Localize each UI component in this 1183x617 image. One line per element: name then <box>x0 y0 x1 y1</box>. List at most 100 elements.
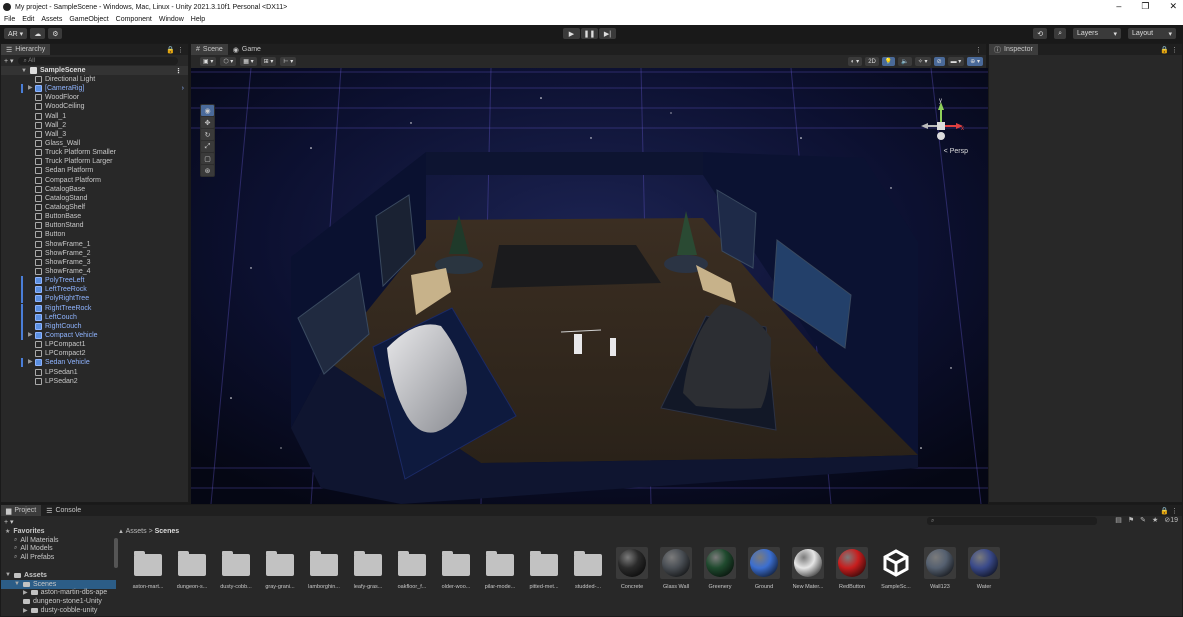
transform-tool-button[interactable]: ⊛ <box>201 165 214 176</box>
asset-item[interactable]: leafy-gras... <box>346 547 390 597</box>
perspective-label[interactable]: < Persp <box>944 148 968 155</box>
asset-item[interactable]: pilar-mode... <box>478 547 522 597</box>
close-icon[interactable]: ✕ <box>1169 1 1177 12</box>
project-tree-item[interactable]: ▶ aston-martin-dbs-ape <box>1 589 116 598</box>
asset-item[interactable]: SampleSc... <box>874 547 918 597</box>
asset-item[interactable]: pitted-met... <box>522 547 566 597</box>
menu-assets[interactable]: Assets <box>41 16 62 23</box>
hidden-objects-toggle[interactable]: ⊘ <box>933 57 945 66</box>
hierarchy-item[interactable]: LPSedan2 <box>1 377 188 386</box>
hierarchy-item[interactable]: Wall_1 <box>1 112 188 121</box>
view-tool-button[interactable]: ◉ <box>201 105 214 116</box>
hierarchy-item[interactable]: Wall_3 <box>1 130 188 139</box>
account-button[interactable]: AR ▾ <box>4 28 28 39</box>
hierarchy-item[interactable]: ShowFrame_4 <box>1 267 188 276</box>
asset-item[interactable]: gray-grani... <box>258 547 302 597</box>
hierarchy-item[interactable]: RightTreeRock <box>1 303 188 313</box>
project-tree-item[interactable]: ⌕ All Models <box>1 545 116 554</box>
breadcrumb-assets[interactable]: Assets <box>126 528 147 535</box>
rect-tool-button[interactable]: ▢ <box>201 153 214 164</box>
tag-icon[interactable]: ✎ <box>1140 516 1146 524</box>
collab-button[interactable]: ⚙ <box>48 28 63 39</box>
minimize-icon[interactable]: – <box>1116 1 1121 12</box>
tab-hierarchy[interactable]: ☰ Hierarchy <box>1 44 51 55</box>
project-tree-item[interactable]: ⌕ All Prefabs <box>1 553 116 562</box>
menu-edit[interactable]: Edit <box>22 16 34 23</box>
shading-mode-dropdown[interactable]: ▣ ▾ <box>200 57 217 66</box>
hierarchy-item[interactable]: LPCompact2 <box>1 349 188 358</box>
render-mode-dropdown[interactable]: ⬡ ▾ <box>220 57 237 66</box>
chevron-right-icon[interactable]: ▶ <box>28 84 33 93</box>
filter-type-icon[interactable]: ▤ <box>1115 516 1122 524</box>
create-asset-button[interactable]: + ▾ <box>4 518 14 526</box>
panel-menu-icon[interactable]: 🔒 ⋮ <box>1160 507 1182 515</box>
hierarchy-item[interactable]: ShowFrame_1 <box>1 240 188 249</box>
camera-dropdown[interactable]: ▬ ▾ <box>947 57 965 66</box>
hierarchy-item[interactable]: Truck Platform Larger <box>1 157 188 166</box>
hierarchy-item[interactable]: LeftCouch <box>1 312 188 322</box>
panel-menu-icon[interactable]: 🔒 ⋮ <box>1160 46 1182 54</box>
menu-help[interactable]: Help <box>191 16 205 23</box>
asset-item[interactable]: dusty-cobb... <box>214 547 258 597</box>
asset-item[interactable]: New Mater... <box>786 547 830 597</box>
project-tree-item[interactable]: dungeon-stone1-Unity <box>1 597 116 606</box>
chevron-right-icon[interactable]: ▶ <box>28 331 33 340</box>
scene-root-row[interactable]: ▼ SampleScene ⋮ <box>1 66 188 75</box>
hierarchy-item[interactable]: ▶ [CameraRig] › <box>1 84 188 94</box>
asset-item[interactable]: oakfloor_f... <box>390 547 434 597</box>
hierarchy-item[interactable]: Button <box>1 230 188 239</box>
project-tree-item[interactable]: ▶ dusty-cobble-unity <box>1 606 116 615</box>
open-prefab-icon[interactable]: › <box>182 84 188 93</box>
project-tree-item[interactable]: ▼ Scenes <box>1 579 116 589</box>
play-button[interactable]: ▶ <box>563 28 580 39</box>
move-tool-button[interactable]: ✥ <box>201 117 214 128</box>
hierarchy-item[interactable]: Glass_Wall <box>1 139 188 148</box>
hierarchy-item[interactable]: ▶ Sedan Vehicle <box>1 358 188 368</box>
filter-label-icon[interactable]: ⚑ <box>1128 516 1134 524</box>
asset-item[interactable]: Ground <box>742 547 786 597</box>
asset-item[interactable]: lamborghin... <box>302 547 346 597</box>
hierarchy-item[interactable]: Sedan Platform <box>1 166 188 175</box>
hierarchy-item[interactable]: WoodFloor <box>1 93 188 102</box>
hierarchy-item[interactable]: ▶ Compact Vehicle <box>1 331 188 341</box>
asset-item[interactable]: RedButton <box>830 547 874 597</box>
tab-scene[interactable]: # Scene <box>191 44 228 55</box>
tree-scrollbar[interactable] <box>114 538 118 568</box>
scene-menu-icon[interactable]: ⋮ <box>175 67 188 75</box>
scale-tool-button[interactable]: ⤢ <box>201 141 214 152</box>
step-button[interactable]: ▶| <box>599 28 616 39</box>
asset-item[interactable]: Greenery <box>698 547 742 597</box>
hierarchy-item[interactable]: WoodCeiling <box>1 102 188 111</box>
2d-toggle[interactable]: 2D <box>865 57 879 66</box>
asset-item[interactable]: dungeon-s... <box>170 547 214 597</box>
menu-component[interactable]: Component <box>116 16 152 23</box>
search-button[interactable]: ⌕ <box>1054 28 1066 39</box>
tab-game[interactable]: ◉ Game <box>228 44 266 55</box>
hierarchy-item[interactable]: Wall_2 <box>1 121 188 130</box>
hierarchy-item[interactable]: ButtonStand <box>1 221 188 230</box>
grid-snap-dropdown[interactable]: ▦ ▾ <box>240 57 257 66</box>
effects-dropdown[interactable]: ✧ ▾ <box>914 57 931 66</box>
increment-snap-dropdown[interactable]: ⊞ ▾ <box>260 57 277 66</box>
hierarchy-item[interactable]: Directional Light <box>1 75 188 84</box>
hierarchy-item[interactable]: LeftTreeRock <box>1 285 188 295</box>
hidden-packages-icon[interactable]: ⊘19 <box>1164 516 1178 524</box>
panel-menu-icon[interactable]: ⋮ <box>975 46 986 54</box>
asset-item[interactable]: Concrete <box>610 547 654 597</box>
gizmos-dropdown[interactable]: ⊕ ▾ <box>967 57 983 66</box>
asset-item[interactable]: aston-mart... <box>126 547 170 597</box>
rotate-tool-button[interactable]: ↻ <box>201 129 214 140</box>
asset-item[interactable]: older-woo... <box>434 547 478 597</box>
hierarchy-item[interactable]: ShowFrame_2 <box>1 249 188 258</box>
project-tree-item[interactable]: ⌕ All Materials <box>1 536 116 545</box>
hierarchy-item[interactable]: RightCouch <box>1 321 188 332</box>
asset-item[interactable]: Wall123 <box>918 547 962 597</box>
restore-icon[interactable]: ❐ <box>1141 1 1149 12</box>
menu-gameobject[interactable]: GameObject <box>69 16 108 23</box>
layout-dropdown[interactable]: Layout ▾ <box>1128 28 1176 39</box>
project-tree-item[interactable]: ▼ Assets <box>1 571 116 580</box>
breadcrumb-scenes[interactable]: Scenes <box>155 528 180 535</box>
tab-inspector[interactable]: ⓘ Inspector <box>989 44 1038 55</box>
scene-viewport[interactable]: ◉ ✥ ↻ ⤢ ▢ ⊛ y x < Persp <box>191 68 988 504</box>
cloud-button[interactable]: ☁ <box>30 28 46 39</box>
